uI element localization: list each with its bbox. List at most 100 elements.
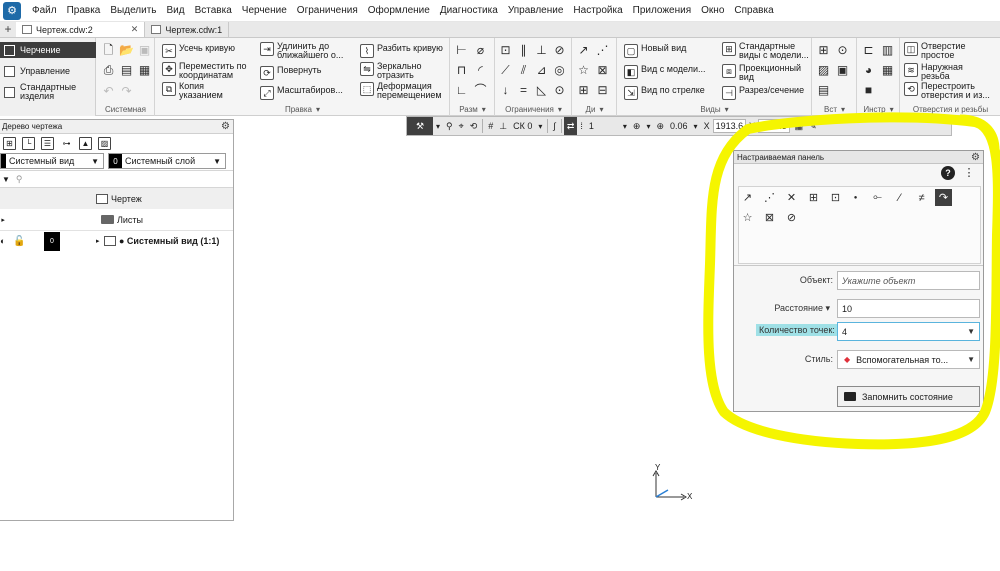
parallel-icon[interactable]: ∥ bbox=[516, 43, 531, 58]
properties-icon[interactable]: ▦ bbox=[137, 63, 152, 78]
insert-view-icon[interactable]: ⊙ bbox=[835, 43, 850, 58]
scale-button[interactable]: ⤢ Масштабиров... bbox=[260, 86, 343, 100]
insert-table-icon[interactable]: ▤ bbox=[816, 83, 831, 98]
extend-to-nearest-button[interactable]: ⇥ Удлинить до ближайшего о... bbox=[260, 42, 359, 60]
intersection-point-icon[interactable]: ✕ bbox=[783, 189, 800, 206]
check-icon[interactable]: ⊟ bbox=[595, 83, 610, 98]
refresh-icon[interactable]: ⟲ bbox=[467, 117, 481, 135]
object-field[interactable]: Укажите объект bbox=[837, 271, 980, 290]
insert-image-icon[interactable]: ▨ bbox=[816, 63, 831, 78]
mode-drawing[interactable]: Черчение bbox=[0, 42, 96, 58]
close-icon[interactable]: ✕ bbox=[131, 24, 139, 35]
points-on-curve-icon[interactable]: ⟜ bbox=[869, 189, 886, 206]
trim-curve-button[interactable]: ✂ Усечь кривую bbox=[162, 44, 235, 58]
deform-button[interactable]: ⬚ Деформация перемещением bbox=[360, 82, 453, 100]
insert-object-icon[interactable]: ▣ bbox=[835, 63, 850, 78]
cursor-step-icon[interactable]: ⇄ bbox=[563, 117, 578, 135]
coord-system-select[interactable]: СК 0 bbox=[510, 117, 535, 135]
chain-dimension-icon[interactable]: ⊓ bbox=[454, 63, 469, 78]
rotate-button[interactable]: ⟳ Повернуть bbox=[260, 66, 321, 80]
grid-point-icon[interactable]: ⊞ bbox=[576, 83, 591, 98]
eyedropper-icon[interactable]: ✎ bbox=[806, 117, 820, 135]
open-folder-icon[interactable]: 📂 bbox=[119, 43, 134, 58]
view-by-arrow-button[interactable]: ⇲ Вид по стрелке bbox=[624, 86, 705, 100]
tree-row-system-view[interactable]: ◐ 🔓 0 ▸ ● Системный вид (1:1) bbox=[0, 230, 233, 251]
mode-management[interactable]: Управление bbox=[0, 64, 96, 78]
rebuild-holes-button[interactable]: ⟲ Перестроить отверстия и из... bbox=[904, 82, 997, 100]
menu-select[interactable]: Выделить bbox=[105, 5, 161, 16]
menu-diagnostics[interactable]: Диагностика bbox=[435, 5, 503, 16]
tree-view-icon[interactable]: └ bbox=[22, 136, 35, 150]
redo-icon[interactable]: ↷ bbox=[119, 84, 134, 99]
step-dropdown[interactable]: ▾ bbox=[620, 117, 630, 135]
color-tool-icon[interactable]: ◕ bbox=[861, 63, 876, 78]
new-tab-button[interactable]: + bbox=[0, 22, 16, 37]
fill-icon[interactable]: ■ bbox=[861, 83, 876, 98]
collinear-icon[interactable]: ⟋ bbox=[498, 63, 513, 78]
calc-icon[interactable]: ▦ bbox=[880, 63, 895, 78]
help-icon[interactable]: ? bbox=[941, 166, 955, 180]
star-point-icon[interactable]: ☆ bbox=[739, 209, 756, 226]
simple-hole-button[interactable]: ◫ Отверстие простое bbox=[904, 42, 983, 60]
midpoint-icon[interactable]: ⊙ bbox=[552, 83, 567, 98]
equal-length-icon[interactable]: ⫽ bbox=[516, 63, 531, 78]
section-button[interactable]: ⊣ Разрез/сечение bbox=[722, 86, 804, 100]
zoom-icon[interactable]: ⊕ bbox=[653, 117, 667, 135]
menu-design[interactable]: Оформление bbox=[363, 5, 435, 16]
tree-row-sheets[interactable]: ▸ Листы bbox=[0, 209, 233, 230]
x-coord-field[interactable]: 1913.6 bbox=[712, 119, 747, 133]
curve-point-icon[interactable]: ⋰ bbox=[595, 43, 610, 58]
layer-select[interactable]: 0 Системный слой ▼ bbox=[108, 153, 226, 169]
symmetric-icon[interactable]: ⊿ bbox=[534, 63, 549, 78]
menu-insert[interactable]: Вставка bbox=[190, 5, 237, 16]
menu-file[interactable]: Файл bbox=[27, 5, 62, 16]
app-logo-icon[interactable]: ⚙ bbox=[3, 1, 21, 20]
tree-structure-icon[interactable]: ⋮ bbox=[962, 166, 976, 180]
style-select[interactable]: ◆ Вспомогательная то... ▼ bbox=[837, 350, 980, 369]
star-icon[interactable]: ☆ bbox=[576, 63, 591, 78]
projection-view-button[interactable]: ⧈ Проекционный вид bbox=[722, 64, 811, 82]
tree-image-icon[interactable]: ▲ bbox=[79, 136, 92, 150]
measure-icon[interactable]: ⊏ bbox=[861, 43, 876, 58]
copy-indicated-button[interactable]: ⧉ Копия указанием bbox=[162, 82, 245, 100]
gear-icon[interactable]: ⚙ bbox=[221, 120, 230, 134]
parallel-lines-icon[interactable]: ≠ bbox=[913, 189, 930, 206]
local-snap-icon[interactable]: ⌖ bbox=[456, 117, 467, 135]
angle-dimension-icon[interactable]: ∟ bbox=[454, 83, 469, 98]
mirror-button[interactable]: ⇋ Зеркально отразить bbox=[360, 62, 437, 80]
y-coord-field[interactable]: -471.3 bbox=[758, 119, 790, 133]
visibility-icon[interactable]: ◐ bbox=[0, 236, 8, 246]
gear-icon[interactable]: ⚙ bbox=[971, 151, 980, 164]
expand-icon[interactable]: ▸ bbox=[96, 237, 104, 245]
tab-document-2[interactable]: Чертеж.cdw:2 ✕ bbox=[16, 22, 146, 37]
menu-edit[interactable]: Правка bbox=[62, 5, 106, 16]
tree-structure-icon[interactable]: ⊞ bbox=[3, 136, 16, 150]
external-thread-button[interactable]: ≋ Наружная резьба bbox=[904, 63, 983, 81]
zoom-value-dropdown[interactable]: ▾ bbox=[691, 117, 701, 135]
grid-points-icon[interactable]: ⊞ bbox=[805, 189, 822, 206]
perpendicular-icon[interactable]: ⊥ bbox=[534, 43, 549, 58]
menu-management[interactable]: Управление bbox=[503, 5, 569, 16]
move-by-coords-button[interactable]: ✥ Переместить по координатам bbox=[162, 62, 265, 80]
view-select[interactable]: Системный вид ▼ bbox=[0, 153, 104, 169]
step-icon[interactable]: ⁞ bbox=[577, 117, 586, 135]
snap-mode-icon[interactable]: ⚒ bbox=[407, 117, 433, 135]
standard-views-button[interactable]: ⊞ Стандартные виды с модели... bbox=[722, 42, 815, 60]
preview-icon[interactable]: ▤ bbox=[119, 63, 134, 78]
tree-link-icon[interactable]: ⊶ bbox=[60, 137, 73, 150]
zoom-value[interactable]: 0.06 bbox=[667, 117, 691, 135]
coord-system-icon[interactable]: ⊥ bbox=[496, 117, 510, 135]
view-point-icon[interactable]: ⊠ bbox=[595, 63, 610, 78]
undo-icon[interactable]: ↶ bbox=[101, 84, 116, 99]
distance-field[interactable]: 10 bbox=[837, 299, 980, 318]
tree-search-input[interactable] bbox=[29, 172, 233, 186]
point-count-select[interactable]: 4 ▼ bbox=[837, 322, 980, 341]
tree-filter-icon[interactable]: ▨ bbox=[98, 136, 111, 150]
view-from-model-button[interactable]: ◧ Вид с модели... bbox=[624, 65, 706, 79]
grid-icon[interactable]: # bbox=[485, 117, 496, 135]
menu-view[interactable]: Вид bbox=[162, 5, 190, 16]
menu-help[interactable]: Справка bbox=[729, 5, 778, 16]
expand-icon[interactable]: ▸ bbox=[0, 216, 101, 224]
tree-list-icon[interactable]: ☰ bbox=[41, 136, 54, 150]
step-value[interactable]: 1 bbox=[586, 117, 620, 135]
